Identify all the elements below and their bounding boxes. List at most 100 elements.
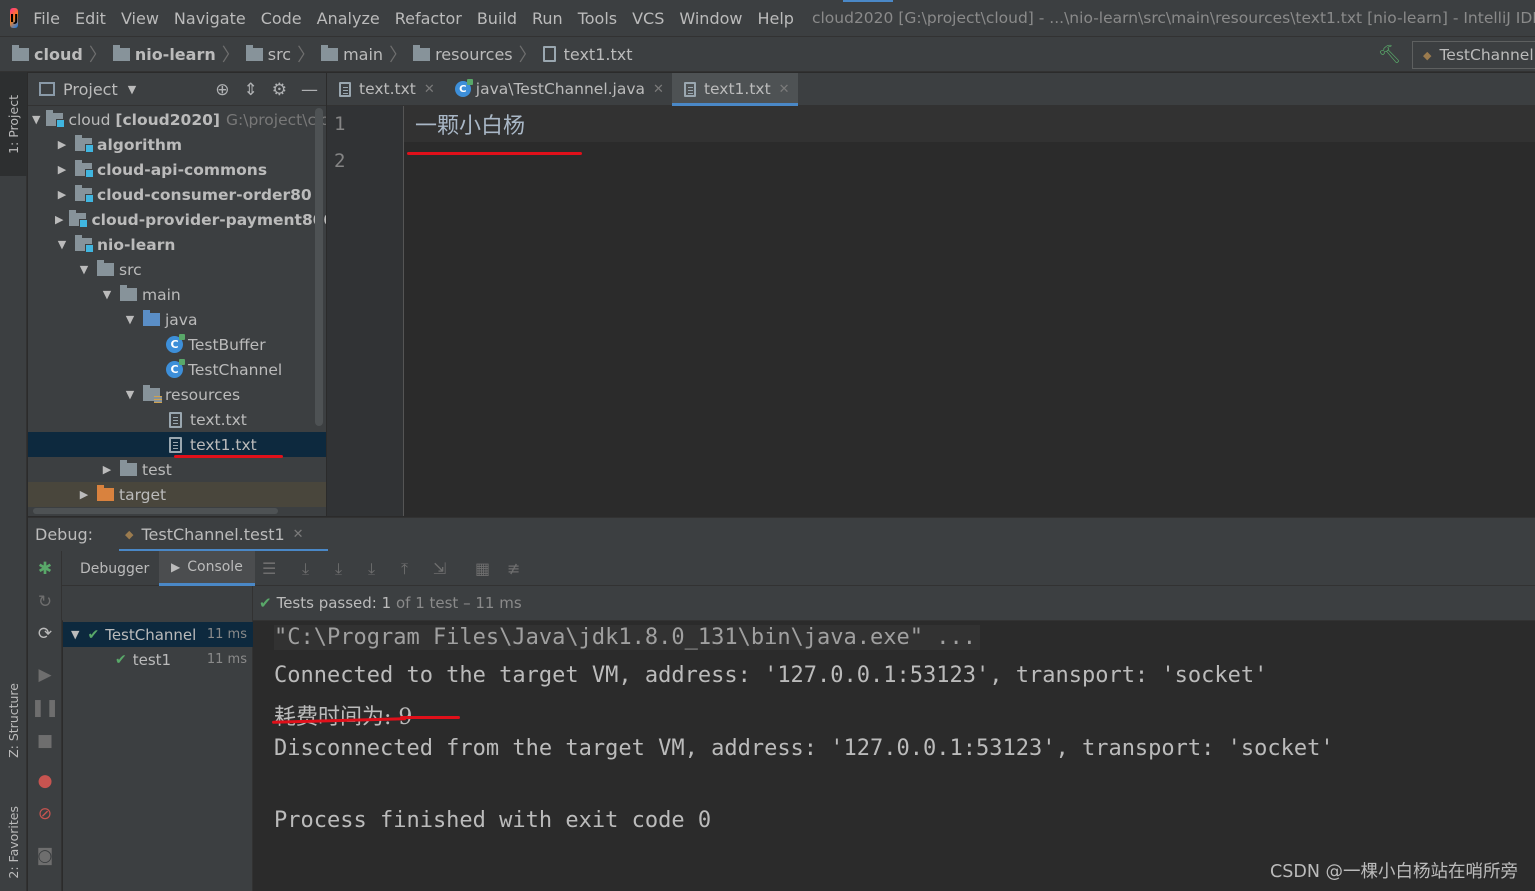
run-to-cursor-icon[interactable]: ⇲ bbox=[433, 559, 446, 578]
breadcrumb-nio-learn[interactable]: nio-learn 〉 bbox=[112, 41, 246, 67]
menu-vcs[interactable]: VCS bbox=[625, 9, 672, 28]
expand-arrow-icon[interactable]: ▶ bbox=[55, 163, 69, 176]
rerun-icon[interactable]: ↻ bbox=[28, 592, 62, 612]
tree-item-java[interactable]: ▼ java bbox=[28, 307, 326, 332]
tree-item-cloud-consumer-order80[interactable]: ▶ cloud-consumer-order80 bbox=[28, 182, 326, 207]
expand-arrow-icon[interactable]: ▶ bbox=[55, 188, 69, 201]
mute-breakpoints-icon[interactable]: ⊘ bbox=[28, 804, 62, 824]
breadcrumb-label: nio-learn bbox=[134, 44, 216, 64]
chevron-down-icon[interactable]: ▼ bbox=[128, 83, 136, 96]
tree-item-main[interactable]: ▼ main bbox=[28, 282, 326, 307]
tree-item-cloud[interactable]: ▼ cloud [cloud2020] G:\project\clou bbox=[28, 107, 326, 132]
tool-tab-favorites[interactable]: 2: Favorites bbox=[0, 792, 27, 891]
menu-window[interactable]: Window bbox=[672, 9, 750, 28]
menu-file[interactable]: File bbox=[26, 9, 68, 28]
expand-arrow-icon[interactable]: ▼ bbox=[55, 238, 69, 251]
tree-item-resources[interactable]: ▼ resources bbox=[28, 382, 326, 407]
expand-arrow-icon[interactable]: ▶ bbox=[77, 488, 91, 501]
trace-stream-icon[interactable]: ≢ bbox=[507, 559, 520, 578]
editor-tab-text1-txt[interactable]: text1.txt ✕ bbox=[671, 73, 798, 106]
gear-icon[interactable]: ⚙ bbox=[272, 80, 287, 100]
menu-navigate[interactable]: Navigate bbox=[167, 9, 254, 28]
restore-layout-icon[interactable]: ⟳ bbox=[28, 624, 62, 644]
pause-icon[interactable]: ❚❚ bbox=[28, 698, 62, 718]
resume-icon[interactable]: ▶ bbox=[28, 665, 62, 685]
camera-icon[interactable]: ◙ bbox=[28, 846, 62, 866]
expand-arrow-icon[interactable]: ▼ bbox=[77, 263, 91, 276]
expand-arrow-icon[interactable]: ▼ bbox=[71, 628, 79, 641]
hamburger-menu-icon[interactable]: ☰ bbox=[262, 559, 276, 578]
tree-item-testchannel[interactable]: C TestChannel bbox=[28, 357, 326, 382]
tree-item-label: cloud-consumer-order80 bbox=[97, 185, 312, 204]
tab-debugger[interactable]: Debugger bbox=[66, 551, 163, 586]
hide-panel-icon[interactable]: — bbox=[301, 80, 318, 100]
tree-item-algorithm[interactable]: ▶ algorithm bbox=[28, 132, 326, 157]
menu-view[interactable]: View bbox=[114, 9, 167, 28]
project-tree-horizontal-scrollbar[interactable] bbox=[33, 508, 278, 514]
menu-build[interactable]: Build bbox=[470, 9, 525, 28]
locate-file-icon[interactable]: ⊕ bbox=[215, 80, 229, 100]
console-output[interactable]: "C:\Program Files\Java\jdk1.8.0_131\bin\… bbox=[254, 621, 1535, 891]
tab-console[interactable]: ▶ Console bbox=[159, 551, 255, 586]
menu-code[interactable]: Code bbox=[254, 9, 310, 28]
project-view-selector[interactable]: Project bbox=[63, 80, 118, 99]
tree-item-src[interactable]: ▼ src bbox=[28, 257, 326, 282]
expand-arrow-icon[interactable]: ▼ bbox=[123, 313, 137, 326]
expand-arrow-icon[interactable]: ▶ bbox=[55, 138, 69, 151]
stop-icon[interactable]: ■ bbox=[28, 731, 62, 751]
tree-item-nio-learn[interactable]: ▼ nio-learn bbox=[28, 232, 326, 257]
test-name: test1 bbox=[132, 650, 172, 669]
breadcrumb-src[interactable]: src 〉 bbox=[245, 41, 321, 67]
view-breakpoints-icon[interactable]: ● bbox=[28, 771, 62, 791]
menu-help[interactable]: Help bbox=[750, 9, 801, 28]
tree-item-target[interactable]: ▶ target bbox=[28, 482, 326, 507]
debug-session-tab[interactable]: ◆ TestChannel.test1 ✕ bbox=[119, 518, 328, 552]
breadcrumb-cloud[interactable]: cloud 〉 bbox=[12, 41, 113, 67]
editor-tab-testchannel-java[interactable]: C java\TestChannel.java ✕ bbox=[443, 73, 672, 105]
close-icon[interactable]: ✕ bbox=[424, 82, 435, 97]
tree-item-cloud-api-commons[interactable]: ▶ cloud-api-commons bbox=[28, 157, 326, 182]
project-path-label: G:\project\clou bbox=[225, 110, 326, 129]
tree-item-cloud-provider-payment8001[interactable]: ▶ cloud-provider-payment8001 bbox=[28, 207, 326, 232]
build-hammer-icon[interactable]: 🔨︎ bbox=[1378, 44, 1401, 65]
project-tree-scrollbar[interactable] bbox=[315, 108, 323, 426]
tool-tab-project[interactable]: 1: Project bbox=[0, 72, 27, 176]
test-tree-item[interactable]: ✔ test1 11 ms bbox=[63, 647, 253, 672]
tree-item-label: target bbox=[119, 485, 167, 504]
expand-arrow-icon[interactable]: ▼ bbox=[100, 288, 114, 301]
close-icon[interactable]: ✕ bbox=[653, 82, 664, 97]
editor-tab-text-txt[interactable]: text.txt ✕ bbox=[327, 73, 443, 105]
menu-run[interactable]: Run bbox=[525, 9, 571, 28]
menu-analyze[interactable]: Analyze bbox=[310, 9, 388, 28]
expand-arrow-icon[interactable]: ▶ bbox=[100, 463, 114, 476]
tree-item-text1-txt[interactable]: text1.txt bbox=[28, 432, 326, 457]
tree-item-label: cloud-provider-payment8001 bbox=[91, 210, 326, 229]
test-tree-root[interactable]: ▼ ✔ TestChannel 11 ms bbox=[63, 622, 253, 647]
menu-edit[interactable]: Edit bbox=[68, 9, 114, 28]
tool-tab-structure[interactable]: Z: Structure bbox=[0, 668, 27, 772]
evaluate-expression-icon[interactable]: ▦ bbox=[475, 559, 490, 578]
collapse-all-icon[interactable]: ⇕ bbox=[244, 80, 258, 100]
bug-icon[interactable]: ✱ bbox=[28, 559, 62, 579]
menu-refactor[interactable]: Refactor bbox=[388, 9, 470, 28]
step-into-icon[interactable]: ⤓ bbox=[368, 559, 375, 579]
editor-text-area[interactable]: 一颗小白杨 bbox=[404, 106, 1535, 516]
breadcrumb-text1-txt[interactable]: text1.txt bbox=[542, 45, 632, 64]
step-over-icon[interactable]: ⤓ bbox=[335, 559, 342, 579]
close-icon[interactable]: ✕ bbox=[293, 527, 304, 542]
breadcrumb-main[interactable]: main 〉 bbox=[321, 41, 413, 67]
tree-item-test[interactable]: ▶ test bbox=[28, 457, 326, 482]
step-out-icon[interactable]: ⤒ bbox=[401, 559, 408, 579]
tree-item-testbuffer[interactable]: C TestBuffer bbox=[28, 332, 326, 357]
run-configuration-selector[interactable]: ◆ TestChannel bbox=[1412, 41, 1535, 69]
breadcrumb-resources[interactable]: resources 〉 bbox=[413, 41, 543, 67]
expand-arrow-icon[interactable]: ▼ bbox=[32, 113, 40, 126]
left-tool-strip: 1: Project Z: Structure 2: Favorites bbox=[0, 72, 27, 891]
expand-arrow-icon[interactable]: ▼ bbox=[123, 388, 137, 401]
debugger-toolbar: Debugger ▶ Console ☰ ⤓ ⤓ ⤓ ⤒ ⇲ ▦ ≢ bbox=[28, 551, 1535, 586]
tree-item-text-txt[interactable]: text.txt bbox=[28, 407, 326, 432]
expand-arrow-icon[interactable]: ▶ bbox=[55, 213, 63, 226]
close-icon[interactable]: ✕ bbox=[779, 82, 790, 97]
menu-tools[interactable]: Tools bbox=[571, 9, 625, 28]
show-execution-point-icon[interactable]: ⤓ bbox=[302, 559, 309, 579]
